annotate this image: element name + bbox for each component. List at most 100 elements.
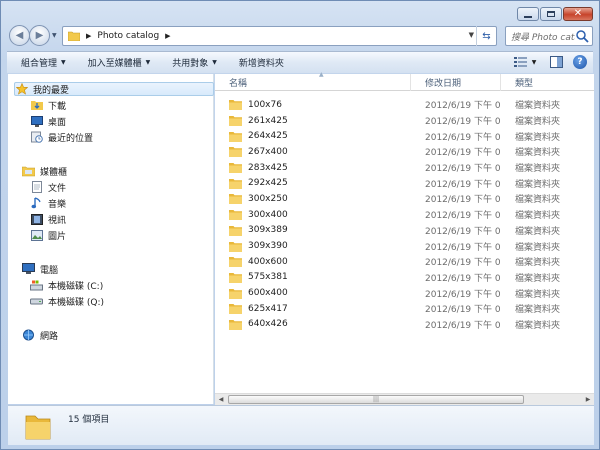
nav-music[interactable]: 音樂	[30, 196, 66, 210]
details-pane: 15 個項目	[8, 405, 594, 445]
file-row[interactable]: 261x425 2012/6/19 下午 0... 檔案資料夾	[215, 113, 594, 129]
folder-icon	[229, 241, 242, 252]
include-in-library-menu[interactable]: 加入至媒體櫃 ▼	[74, 56, 159, 69]
share-with-menu[interactable]: 共用對象 ▼	[158, 56, 225, 69]
share-with-label: 共用對象	[172, 59, 209, 69]
search-box[interactable]: 搜尋 Photo catalog	[505, 26, 593, 46]
refresh-button[interactable]: ⇆	[476, 26, 496, 46]
caption-buttons: ✕	[517, 7, 593, 21]
breadcrumb-separator[interactable]: ▶	[165, 32, 170, 40]
chevron-down-icon: ▼	[61, 59, 66, 66]
nav-drive-c-label: 本機磁碟 (C:)	[48, 281, 104, 292]
nav-network[interactable]: 網路	[22, 328, 58, 342]
scroll-right-button[interactable]: ▶	[582, 394, 594, 405]
horizontal-scrollbar[interactable]: ◀ ||| ▶	[215, 393, 594, 405]
file-row[interactable]: 309x390 2012/6/19 下午 0... 檔案資料夾	[215, 238, 594, 254]
file-row[interactable]: 300x400 2012/6/19 下午 0... 檔案資料夾	[215, 207, 594, 223]
change-view-button[interactable]: ▼	[511, 55, 539, 69]
file-name: 100x76	[248, 99, 282, 110]
file-type: 檔案資料夾	[515, 242, 561, 253]
file-date: 2012/6/19 下午 0...	[425, 164, 501, 175]
breadcrumb-separator[interactable]: ▶	[86, 32, 91, 40]
file-row[interactable]: 640x426 2012/6/19 下午 0... 檔案資料夾	[215, 317, 594, 333]
file-row[interactable]: 100x76 2012/6/19 下午 0... 檔案資料夾	[215, 97, 594, 113]
nav-pictures[interactable]: 圖片	[30, 228, 66, 242]
recent-pages-dropdown[interactable]: ▼	[52, 32, 57, 39]
column-header-type[interactable]: 類型	[501, 74, 594, 91]
new-folder-button[interactable]: 新增資料夾	[225, 56, 292, 69]
close-button[interactable]: ✕	[563, 7, 593, 21]
maximize-button[interactable]	[540, 7, 562, 21]
nav-libraries[interactable]: 媒體櫃	[22, 164, 67, 178]
nav-documents[interactable]: 文件	[30, 180, 66, 194]
file-row[interactable]: 292x425 2012/6/19 下午 0... 檔案資料夾	[215, 175, 594, 191]
file-date: 2012/6/19 下午 0...	[425, 179, 501, 190]
file-date: 2012/6/19 下午 0...	[425, 101, 501, 112]
nav-computer[interactable]: 電腦	[22, 262, 58, 276]
organize-menu[interactable]: 組合管理 ▼	[7, 56, 74, 69]
file-name: 261x425	[248, 115, 288, 126]
folder-icon	[229, 178, 242, 189]
address-history-dropdown[interactable]: ▼	[469, 31, 474, 39]
file-row[interactable]: 400x600 2012/6/19 下午 0... 檔案資料夾	[215, 254, 594, 270]
nav-drive-c[interactable]: 本機磁碟 (C:)	[30, 278, 103, 292]
chevron-down-icon: ▼	[212, 59, 217, 66]
nav-music-label: 音樂	[48, 199, 67, 210]
folder-icon	[68, 31, 80, 41]
file-name: 292x425	[248, 178, 288, 189]
breadcrumb-current[interactable]: Photo catalog	[97, 31, 159, 41]
column-header-date[interactable]: 修改日期	[411, 74, 501, 91]
file-name-cell: 267x400	[215, 146, 411, 158]
folder-icon	[229, 210, 242, 221]
scroll-left-button[interactable]: ◀	[215, 394, 227, 405]
help-icon: ?	[577, 57, 583, 67]
file-type: 檔案資料夾	[515, 179, 561, 190]
folder-icon	[229, 131, 242, 142]
recent-places-icon	[30, 131, 43, 143]
nav-drive-q-label: 本機磁碟 (Q:)	[48, 297, 104, 308]
network-icon	[22, 329, 35, 341]
nav-downloads[interactable]: 下載	[30, 98, 66, 112]
file-date: 2012/6/19 下午 0...	[425, 211, 501, 222]
address-bar[interactable]: ▶ Photo catalog ▶ ▼ ⇆	[62, 26, 497, 46]
column-header-name[interactable]: 名稱 ▲	[215, 71, 411, 91]
nav-desktop[interactable]: 桌面	[30, 114, 66, 128]
file-row[interactable]: 600x400 2012/6/19 下午 0... 檔案資料夾	[215, 285, 594, 301]
nav-recent-places[interactable]: 最近的位置	[30, 130, 93, 144]
file-row[interactable]: 300x250 2012/6/19 下午 0... 檔案資料夾	[215, 191, 594, 207]
file-name: 625x417	[248, 303, 288, 314]
minimize-button[interactable]	[517, 7, 539, 21]
file-row[interactable]: 309x389 2012/6/19 下午 0... 檔案資料夾	[215, 223, 594, 239]
file-type: 檔案資料夾	[515, 226, 561, 237]
include-library-label: 加入至媒體櫃	[87, 59, 142, 69]
scroll-thumb[interactable]: |||	[228, 395, 524, 404]
close-icon: ✕	[573, 8, 583, 19]
file-row[interactable]: 575x381 2012/6/19 下午 0... 檔案資料夾	[215, 270, 594, 286]
file-row[interactable]: 283x425 2012/6/19 下午 0... 檔案資料夾	[215, 160, 594, 176]
nav-computer-label: 電腦	[40, 265, 59, 276]
file-type: 檔案資料夾	[515, 258, 561, 269]
file-row[interactable]: 264x425 2012/6/19 下午 0... 檔案資料夾	[215, 128, 594, 144]
back-button[interactable]: ◀	[9, 25, 30, 46]
nav-favorites[interactable]: 我的最愛	[14, 82, 214, 96]
file-row[interactable]: 625x417 2012/6/19 下午 0... 檔案資料夾	[215, 301, 594, 317]
file-date: 2012/6/19 下午 0...	[425, 305, 501, 316]
nav-videos-label: 視訊	[48, 215, 67, 226]
help-button[interactable]: ?	[573, 55, 587, 69]
file-name-cell: 309x390	[215, 241, 411, 252]
nav-drive-q[interactable]: 本機磁碟 (Q:)	[30, 294, 104, 308]
folder-icon	[229, 225, 242, 236]
file-row[interactable]: 267x400 2012/6/19 下午 0... 檔案資料夾	[215, 144, 594, 160]
forward-button[interactable]: ▶	[29, 25, 50, 46]
chevron-down-icon: ▼	[531, 58, 537, 66]
file-type: 檔案資料夾	[515, 101, 561, 112]
nav-videos[interactable]: 視訊	[30, 212, 66, 226]
search-input[interactable]: 搜尋 Photo catalog	[511, 30, 575, 43]
folder-icon	[25, 415, 51, 440]
file-name-cell: 264x425	[215, 131, 411, 142]
nav-desktop-label: 桌面	[48, 117, 67, 128]
file-name: 400x600	[248, 256, 288, 267]
file-name: 283x425	[248, 162, 288, 173]
folder-icon	[229, 304, 242, 315]
preview-pane-button[interactable]	[549, 55, 563, 69]
